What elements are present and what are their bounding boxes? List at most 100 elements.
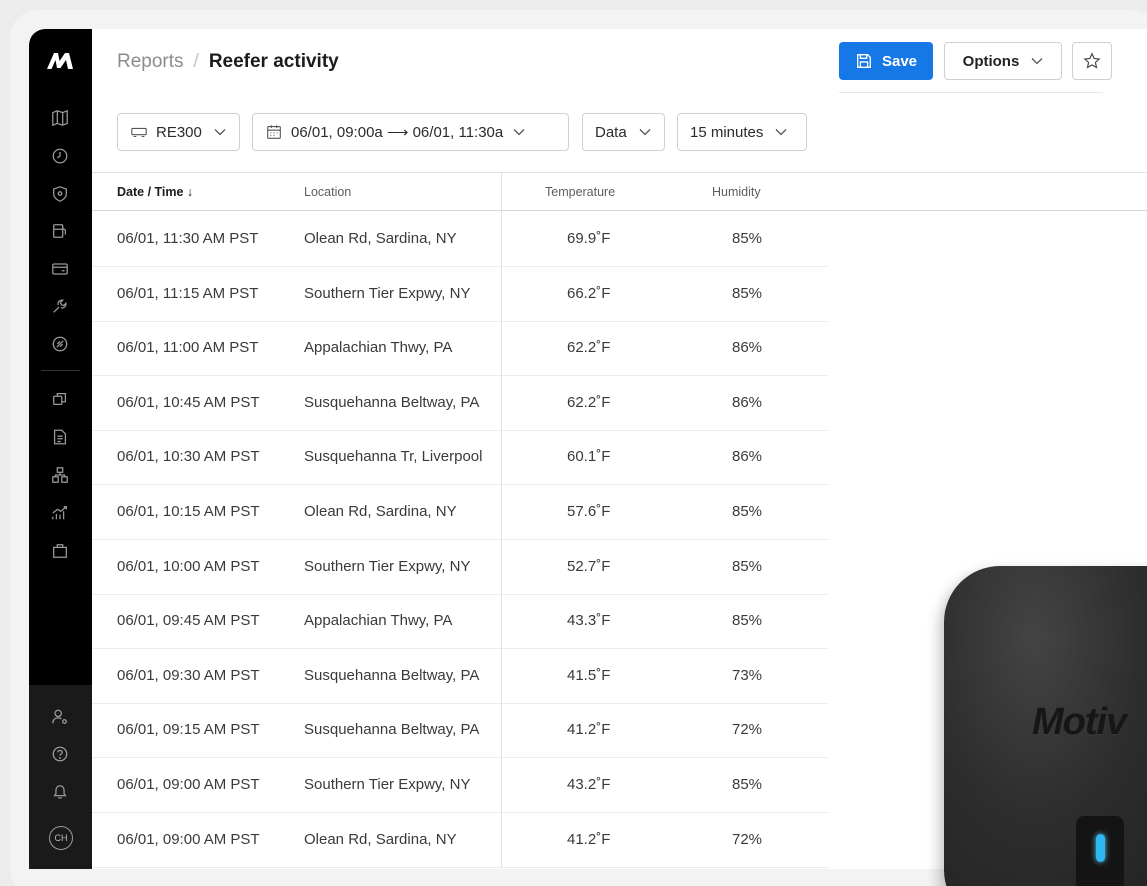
table-row[interactable]: 06/01, 11:00 AM PST Appalachian Thwy, PA… bbox=[92, 321, 828, 377]
cell-humidity: 72% bbox=[732, 721, 763, 739]
wrench-icon[interactable] bbox=[50, 296, 70, 316]
cell-datetime: 06/01, 09:30 AM PST bbox=[117, 666, 260, 684]
chevron-down-icon bbox=[214, 129, 226, 136]
tag-icon[interactable] bbox=[50, 334, 70, 354]
table-row[interactable]: 06/01, 09:15 AM PST Susquehanna Beltway,… bbox=[92, 703, 828, 759]
shield-icon[interactable] bbox=[50, 184, 70, 204]
table-row[interactable]: 06/01, 10:15 AM PST Olean Rd, Sardina, N… bbox=[92, 485, 828, 540]
column-header-humidity[interactable]: Humidity bbox=[712, 185, 761, 199]
cell-location: Olean Rd, Sardina, NY bbox=[304, 230, 457, 247]
table-row[interactable]: 06/01, 09:45 AM PST Appalachian Thwy, PA… bbox=[92, 594, 828, 650]
sidebar: CH bbox=[29, 29, 92, 869]
chevron-down-icon bbox=[1031, 58, 1043, 65]
cell-humidity: 85% bbox=[732, 557, 763, 575]
document-icon[interactable] bbox=[50, 427, 70, 447]
save-button[interactable]: Save bbox=[839, 42, 933, 80]
table-row[interactable]: 06/01, 09:00 AM PST Southern Tier Expwy,… bbox=[92, 758, 828, 813]
user-avatar[interactable]: CH bbox=[49, 826, 73, 850]
cell-datetime: 06/01, 09:00 AM PST bbox=[117, 776, 260, 793]
cell-temperature: 57.6˚F bbox=[567, 503, 611, 520]
copy-icon[interactable] bbox=[50, 389, 70, 409]
device-port bbox=[1076, 816, 1124, 886]
options-label: Options bbox=[962, 52, 1020, 70]
vehicle-filter[interactable]: RE300 bbox=[117, 113, 240, 151]
map-icon[interactable] bbox=[50, 108, 70, 128]
date-range-value: 06/01, 09:00a ⟶ 06/01, 11:30a bbox=[291, 124, 504, 141]
save-label: Save bbox=[881, 52, 918, 70]
cell-temperature: 66.2˚F bbox=[567, 284, 611, 302]
org-chart-icon[interactable] bbox=[50, 465, 70, 485]
card-icon[interactable] bbox=[50, 259, 70, 279]
interval-filter-value: 15 minutes bbox=[690, 123, 764, 141]
breadcrumb-separator: / bbox=[193, 51, 199, 72]
help-icon[interactable] bbox=[50, 744, 70, 764]
cell-datetime: 06/01, 10:15 AM PST bbox=[117, 503, 260, 520]
cell-location: Appalachian Thwy, PA bbox=[304, 339, 453, 357]
cell-datetime: 06/01, 11:15 AM PST bbox=[117, 284, 259, 302]
interval-filter[interactable]: 15 minutes bbox=[677, 113, 807, 151]
vehicle-filter-value: RE300 bbox=[156, 123, 202, 141]
cell-location: Susquehanna Tr, Liverpool bbox=[304, 448, 483, 466]
table-row[interactable]: 06/01, 11:30 AM PST Olean Rd, Sardina, N… bbox=[92, 212, 828, 267]
cell-location: Appalachian Thwy, PA bbox=[304, 612, 453, 630]
sidebar-divider bbox=[41, 370, 80, 371]
cell-humidity: 85% bbox=[732, 612, 763, 630]
clock-icon[interactable] bbox=[50, 146, 70, 166]
motive-logo[interactable] bbox=[46, 51, 76, 71]
view-filter[interactable]: Data bbox=[582, 113, 665, 151]
analytics-icon[interactable] bbox=[50, 503, 70, 523]
status-led bbox=[1096, 834, 1105, 862]
table-header: Date / Time ↓ Location Temperature Humid… bbox=[92, 173, 1147, 211]
date-range-filter[interactable]: 06/01, 09:00a ⟶ 06/01, 11:30a bbox=[252, 113, 569, 151]
cell-humidity: 85% bbox=[732, 776, 763, 793]
cell-temperature: 41.2˚F bbox=[567, 721, 611, 739]
favorite-button[interactable] bbox=[1072, 42, 1112, 80]
cell-humidity: 72% bbox=[732, 830, 763, 848]
page-title: Reefer activity bbox=[208, 51, 339, 72]
column-header-datetime[interactable]: Date / Time ↓ bbox=[117, 185, 193, 199]
column-header-temperature[interactable]: Temperature bbox=[545, 185, 615, 199]
table-row[interactable]: 06/01, 09:30 AM PST Susquehanna Beltway,… bbox=[92, 649, 828, 704]
fuel-icon[interactable] bbox=[50, 221, 70, 241]
cell-humidity: 85% bbox=[732, 503, 763, 520]
cell-temperature: 62.2˚F bbox=[567, 339, 611, 357]
cell-temperature: 41.2˚F bbox=[567, 830, 611, 848]
table-row[interactable]: 06/01, 09:00 AM PST Olean Rd, Sardina, N… bbox=[92, 813, 828, 868]
bag-icon[interactable] bbox=[50, 541, 70, 561]
cell-location: Olean Rd, Sardina, NY bbox=[304, 830, 457, 848]
cell-temperature: 43.2˚F bbox=[567, 776, 611, 793]
cell-humidity: 73% bbox=[732, 666, 763, 684]
cell-humidity: 85% bbox=[732, 230, 763, 247]
cell-datetime: 06/01, 10:45 AM PST bbox=[117, 393, 260, 411]
options-dropdown[interactable]: Options bbox=[944, 42, 1062, 80]
cell-datetime: 06/01, 11:30 AM PST bbox=[117, 230, 259, 247]
cell-datetime: 06/01, 10:30 AM PST bbox=[117, 448, 260, 466]
table-row[interactable]: 06/01, 10:30 AM PST Susquehanna Tr, Live… bbox=[92, 430, 828, 486]
table-row[interactable]: 06/01, 10:45 AM PST Susquehanna Beltway,… bbox=[92, 376, 828, 431]
motive-hardware-device: Motiv bbox=[944, 566, 1147, 886]
cell-location: Susquehanna Beltway, PA bbox=[304, 393, 480, 411]
breadcrumb-root-link[interactable]: Reports bbox=[117, 51, 184, 73]
cell-datetime: 06/01, 11:00 AM PST bbox=[117, 339, 259, 357]
cell-location: Southern Tier Expwy, NY bbox=[304, 284, 471, 302]
cell-humidity: 86% bbox=[732, 339, 763, 357]
cell-humidity: 86% bbox=[732, 393, 763, 411]
header-divider bbox=[839, 92, 1103, 93]
cell-humidity: 86% bbox=[732, 448, 763, 466]
cell-location: Susquehanna Beltway, PA bbox=[304, 666, 480, 684]
chevron-down-icon bbox=[513, 129, 525, 136]
cell-datetime: 06/01, 09:00 AM PST bbox=[117, 830, 260, 848]
cell-datetime: 06/01, 09:15 AM PST bbox=[117, 721, 260, 739]
cell-datetime: 06/01, 09:45 AM PST bbox=[117, 612, 260, 630]
cell-datetime: 06/01, 10:00 AM PST bbox=[117, 557, 260, 575]
breadcrumb: Reports / Reefer activity bbox=[117, 51, 339, 73]
trailer-icon bbox=[131, 127, 147, 138]
save-icon bbox=[856, 54, 871, 68]
column-header-location[interactable]: Location bbox=[304, 185, 351, 199]
user-settings-icon[interactable] bbox=[50, 707, 70, 727]
table-row[interactable]: 06/01, 10:00 AM PST Southern Tier Expwy,… bbox=[92, 540, 828, 595]
bell-icon[interactable] bbox=[50, 782, 70, 802]
cell-humidity: 85% bbox=[732, 284, 763, 302]
table-row[interactable]: 06/01, 11:15 AM PST Southern Tier Expwy,… bbox=[92, 267, 828, 322]
chevron-down-icon bbox=[775, 129, 787, 136]
